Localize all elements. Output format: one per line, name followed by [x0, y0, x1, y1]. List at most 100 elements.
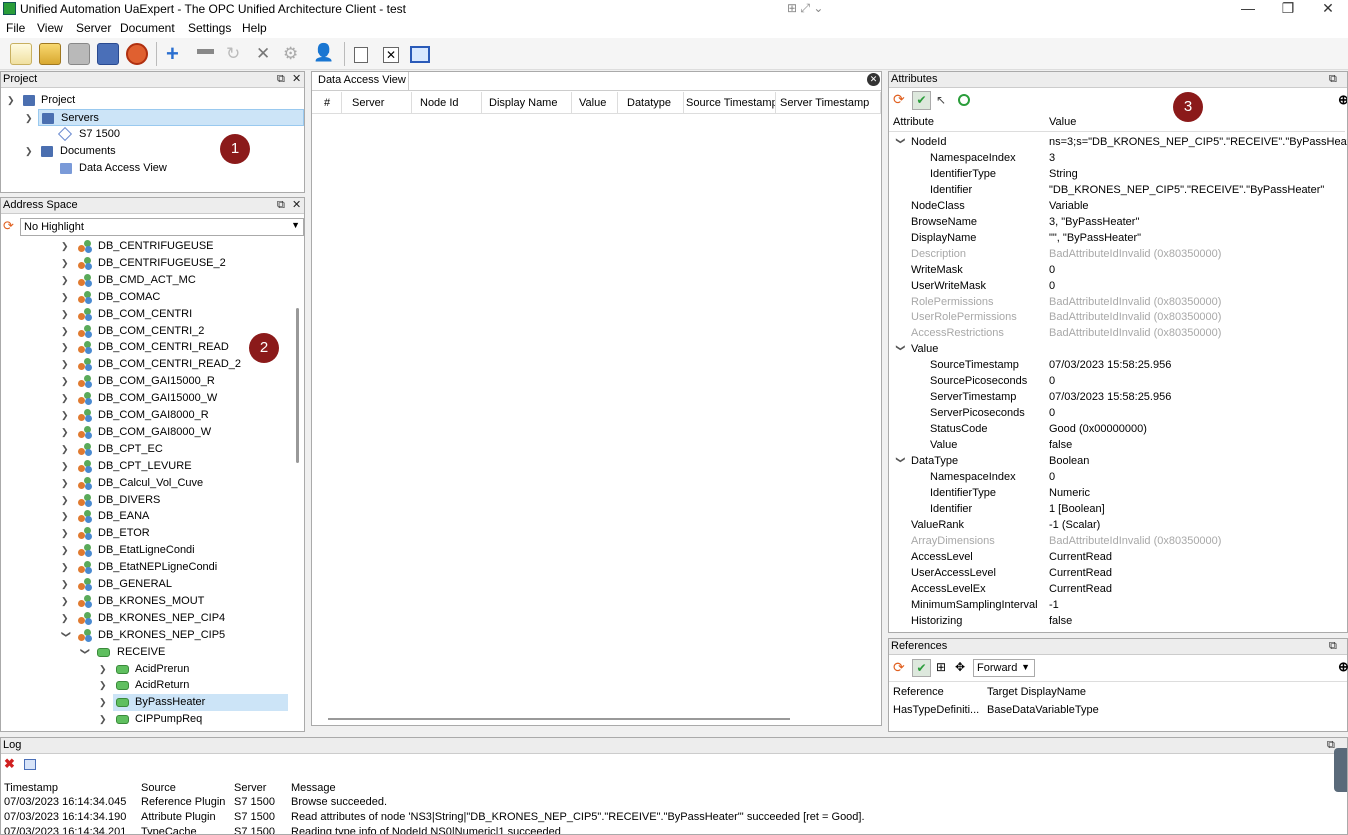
log-col-header[interactable]: Server	[234, 782, 266, 794]
power-icon[interactable]	[126, 43, 148, 65]
chevron-right-icon[interactable]: ❯	[61, 238, 71, 255]
horizontal-scrollbar[interactable]	[328, 718, 790, 720]
attribute-row[interactable]: NodeClass Variable	[889, 198, 1345, 214]
remove-server-icon[interactable]	[197, 49, 214, 54]
col-header-attribute[interactable]: Attribute	[893, 116, 934, 128]
chevron-down-icon[interactable]: ❯	[893, 456, 909, 466]
attribute-row[interactable]: SourcePicoseconds 0	[889, 373, 1345, 389]
panel-close-icon[interactable]: ✕	[292, 72, 301, 87]
tree-item-project[interactable]: ❯ Project	[1, 92, 301, 109]
tree-item-variable[interactable]: ❯ ByPassHeater	[1, 694, 289, 712]
chevron-down-icon[interactable]: ❯	[25, 110, 35, 127]
attribute-row[interactable]: SourceTimestamp 07/03/2023 15:58:25.956	[889, 357, 1345, 373]
attribute-row[interactable]: Description BadAttributeIdInvalid (0x8035…	[889, 246, 1345, 262]
attribute-row[interactable]: ServerPicoseconds 0	[889, 405, 1345, 421]
chevron-right-icon[interactable]: ❯	[99, 677, 109, 694]
float-icon[interactable]: ⧉	[277, 72, 285, 87]
tree-item-db[interactable]: ❯ DB_COMAC	[1, 289, 289, 306]
cursor-icon[interactable]: ↖	[936, 93, 946, 107]
col-header[interactable]: Server Timestamp	[776, 92, 881, 114]
hierarchy-icon[interactable]: ⊞	[936, 660, 946, 674]
close-icon[interactable]: ✕	[1308, 0, 1348, 18]
attribute-row[interactable]: UserRolePermissions BadAttributeIdInvalid…	[889, 309, 1345, 325]
chevron-right-icon[interactable]: ❯	[61, 492, 71, 509]
connect-plug-icon[interactable]: ⚙	[283, 45, 298, 62]
add-server-icon[interactable]: +	[166, 43, 179, 65]
col-header-reference[interactable]: Reference	[893, 686, 944, 698]
chevron-right-icon[interactable]: ❯	[61, 323, 71, 340]
chevron-right-icon[interactable]: ❯	[58, 630, 75, 640]
attribute-row[interactable]: AccessRestrictions BadAttributeIdInvalid …	[889, 325, 1345, 341]
log-row[interactable]: 07/03/2023 16:14:34.045 Reference Plugin S…	[1, 796, 1331, 811]
chevron-right-icon[interactable]: ❯	[61, 272, 71, 289]
tree-item-db[interactable]: ❯ DB_COM_CENTRI_READ	[1, 339, 289, 356]
chevron-right-icon[interactable]: ❯	[61, 508, 71, 525]
attribute-row[interactable]: ❯ Value	[889, 341, 1345, 357]
tree-item-db[interactable]: ❯ DB_EANA	[1, 508, 289, 525]
tree-item-db[interactable]: ❯ DB_COM_CENTRI_READ_2	[1, 356, 289, 373]
monitor-icon[interactable]	[958, 94, 970, 106]
col-header[interactable]: Display Name	[482, 92, 572, 114]
chevron-right-icon[interactable]: ❯	[99, 694, 109, 711]
tab-data-access-view[interactable]: Data Access View	[312, 72, 409, 90]
tree-item-variable[interactable]: ❯ CIPPumpReq	[1, 711, 289, 728]
attribute-row[interactable]: UserWriteMask 0	[889, 278, 1345, 294]
attribute-row[interactable]: StatusCode Good (0x00000000)	[889, 421, 1345, 437]
attribute-row[interactable]: IdentifierType String	[889, 166, 1345, 182]
chevron-right-icon[interactable]: ❯	[99, 711, 109, 728]
chevron-down-icon[interactable]: ❯	[893, 344, 909, 354]
tree-item-db[interactable]: ❯ DB_COM_CENTRI_2	[1, 323, 289, 340]
float-icon[interactable]: ⧉	[1329, 72, 1337, 87]
menu-help[interactable]: Help	[242, 21, 267, 35]
chevron-right-icon[interactable]: ❯	[61, 475, 71, 492]
chevron-down-icon[interactable]: ❯	[77, 647, 94, 657]
new-project-icon[interactable]	[10, 43, 32, 65]
menu-file[interactable]: File	[6, 21, 25, 35]
tree-item-db[interactable]: ❯ DB_KRONES_NEP_CIP5	[1, 627, 289, 644]
tree-item-db[interactable]: ❯ DB_GENERAL	[1, 576, 289, 593]
chevron-down-icon[interactable]: ❯	[25, 143, 35, 160]
attribute-row[interactable]: IdentifierType Numeric	[889, 485, 1345, 501]
tree-item-db[interactable]: ❯ DB_KRONES_NEP_CIP4	[1, 610, 289, 627]
col-header[interactable]: Datatype	[618, 92, 684, 114]
tree-item-db[interactable]: ❯ DB_CENTRIFUGEUSE_2	[1, 255, 289, 272]
refresh-icon[interactable]: ⟳	[893, 660, 905, 674]
minimize-icon[interactable]: —	[1228, 0, 1268, 18]
attribute-row[interactable]: ❯ DataType Boolean	[889, 453, 1345, 469]
chevron-down-icon[interactable]: ▼	[1021, 662, 1030, 672]
scrollbar-thumb[interactable]	[296, 308, 299, 463]
chevron-right-icon[interactable]: ❯	[61, 441, 71, 458]
cross-icon[interactable]: ✥	[955, 660, 965, 674]
disconnect-icon[interactable]: ✕	[256, 45, 270, 62]
reconnect-icon[interactable]: ↻	[226, 45, 240, 62]
tree-item-db[interactable]: ❯ DB_CMD_ACT_MC	[1, 272, 289, 289]
chevron-right-icon[interactable]: ❯	[61, 610, 71, 627]
close-document-icon[interactable]: ✕	[383, 47, 399, 63]
attribute-row[interactable]: ❯ NodeId ns=3;s="DB_KRONES_NEP_CIP5"."RECE…	[889, 134, 1347, 150]
float-icon[interactable]: ⧉	[277, 198, 285, 213]
save-as-icon[interactable]	[97, 43, 119, 65]
tree-item-db[interactable]: ❯ DB_KRONES_MOUT	[1, 593, 289, 610]
attribute-row[interactable]: AccessLevelEx CurrentRead	[889, 581, 1345, 597]
chevron-right-icon[interactable]: ❯	[61, 255, 71, 272]
chevron-right-icon[interactable]: ❯	[61, 289, 71, 306]
check-icon[interactable]: ✔	[912, 659, 931, 677]
direction-select[interactable]: Forward ▼	[973, 659, 1035, 677]
attribute-row[interactable]: Value false	[889, 437, 1345, 453]
attribute-row[interactable]: MinimumSamplingInterval -1	[889, 597, 1345, 613]
attribute-row[interactable]: RolePermissions BadAttributeIdInvalid (0x…	[889, 294, 1345, 310]
title-extra-icon[interactable]: ⊞ ⤢ ⌄	[787, 1, 823, 16]
panel-close-icon[interactable]: ✕	[292, 198, 301, 213]
attribute-row[interactable]: DisplayName "", "ByPassHeater"	[889, 230, 1345, 246]
chevron-right-icon[interactable]: ❯	[61, 407, 71, 424]
user-icon[interactable]: 👤	[313, 44, 334, 61]
menu-view[interactable]: View	[37, 21, 63, 35]
document-icon[interactable]	[354, 47, 368, 63]
add-icon[interactable]: ⊕	[1338, 660, 1348, 673]
log-col-header[interactable]: Message	[291, 782, 336, 794]
col-header[interactable]: Server	[342, 92, 412, 114]
tree-item-variable[interactable]: ❯ AcidReturn	[1, 677, 289, 694]
attribute-row[interactable]: Historizing false	[889, 613, 1345, 629]
menu-document[interactable]: Document	[120, 21, 175, 35]
chevron-right-icon[interactable]: ❯	[61, 424, 71, 441]
